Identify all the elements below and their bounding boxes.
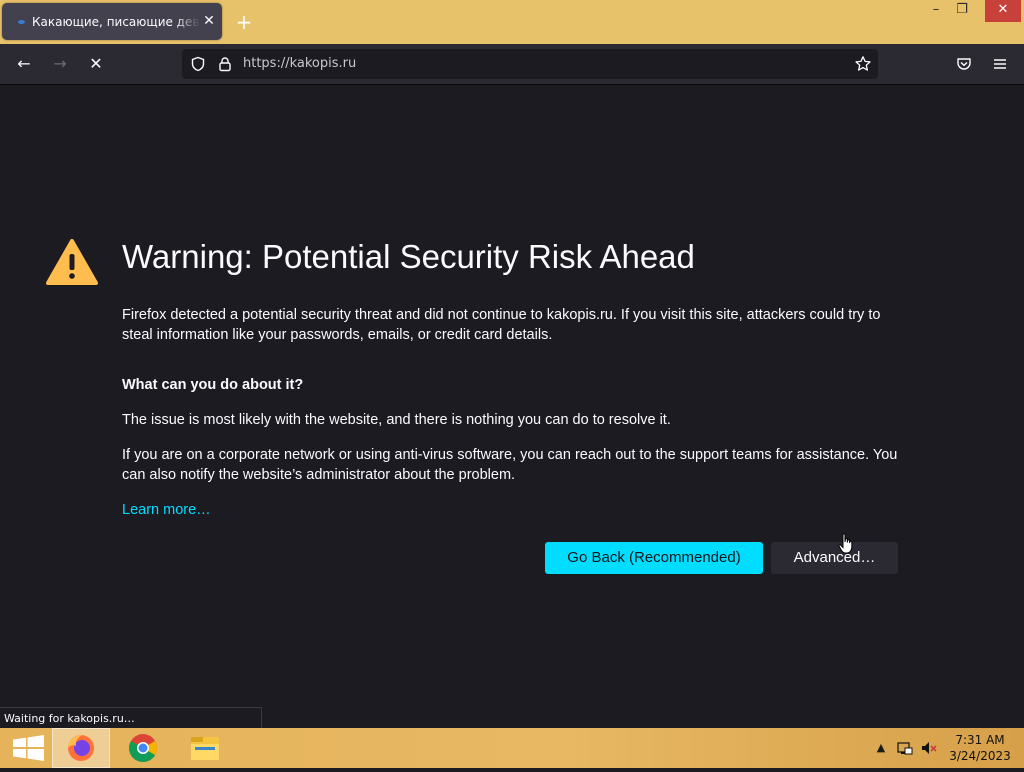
clock-time: 7:31 AM <box>955 733 1005 747</box>
status-bar: Waiting for kakopis.ru… <box>0 707 262 728</box>
tab-title: Какающие, писающие девушки <box>32 15 200 29</box>
page-title: Warning: Potential Security Risk Ahead <box>122 238 695 275</box>
paragraph-corporate: If you are on a corporate network or usi… <box>122 447 898 483</box>
minimize-button[interactable]: – <box>922 0 950 22</box>
warning-icon <box>46 238 98 286</box>
threat-description: Firefox detected a potential security th… <box>122 307 881 343</box>
clock-date: 3/24/2023 <box>949 749 1011 763</box>
stop-button[interactable]: ✕ <box>84 52 108 76</box>
bookmark-star-icon[interactable] <box>854 55 872 73</box>
system-clock[interactable]: 7:31 AM 3/24/2023 <box>946 732 1014 764</box>
hand-cursor-icon <box>838 533 854 555</box>
chrome-icon[interactable] <box>114 728 172 768</box>
url-text[interactable]: https://kakopis.ru <box>243 55 356 73</box>
volume-muted-icon[interactable] <box>920 736 938 760</box>
pocket-icon[interactable] <box>952 52 976 76</box>
error-page: Warning: Potential Security Risk Ahead F… <box>0 85 1024 728</box>
subheading: What can you do about it? <box>122 377 304 393</box>
network-icon[interactable] <box>896 736 914 760</box>
tracking-protection-shield-icon[interactable] <box>190 56 206 72</box>
tab-close-icon[interactable]: ✕ <box>200 12 218 30</box>
start-icon[interactable] <box>0 728 58 768</box>
firefox-icon[interactable] <box>52 728 110 768</box>
maximize-button[interactable]: ❐ <box>948 0 976 22</box>
navigation-toolbar: ← → ✕ https://kakopis.ru <box>0 44 1024 85</box>
learn-more-link[interactable]: Learn more… <box>122 500 211 520</box>
advanced-button[interactable]: Advanced… <box>771 542 898 574</box>
new-tab-button[interactable]: + <box>234 12 254 32</box>
back-button[interactable]: ← <box>12 52 36 76</box>
menu-hamburger-icon[interactable] <box>988 52 1012 76</box>
paragraph-issue: The issue is most likely with the websit… <box>122 412 671 428</box>
forward-button[interactable]: → <box>48 52 72 76</box>
browser-tab[interactable]: Какающие, писающие девушки ✕ <box>2 3 222 40</box>
title-bar: Какающие, писающие девушки ✕ + – ❐ ✕ <box>0 0 1024 44</box>
tab-favicon-icon <box>18 20 25 24</box>
url-bar[interactable]: https://kakopis.ru <box>182 49 878 79</box>
show-hidden-icons-icon[interactable]: ▲ <box>872 736 890 760</box>
go-back-button[interactable]: Go Back (Recommended) <box>545 542 763 574</box>
window-close-button[interactable]: ✕ <box>985 0 1021 22</box>
file-explorer-icon[interactable] <box>176 728 234 768</box>
lock-icon[interactable] <box>217 56 233 72</box>
windows-taskbar: ▲ 7:31 AM 3/24/2023 <box>0 728 1024 768</box>
